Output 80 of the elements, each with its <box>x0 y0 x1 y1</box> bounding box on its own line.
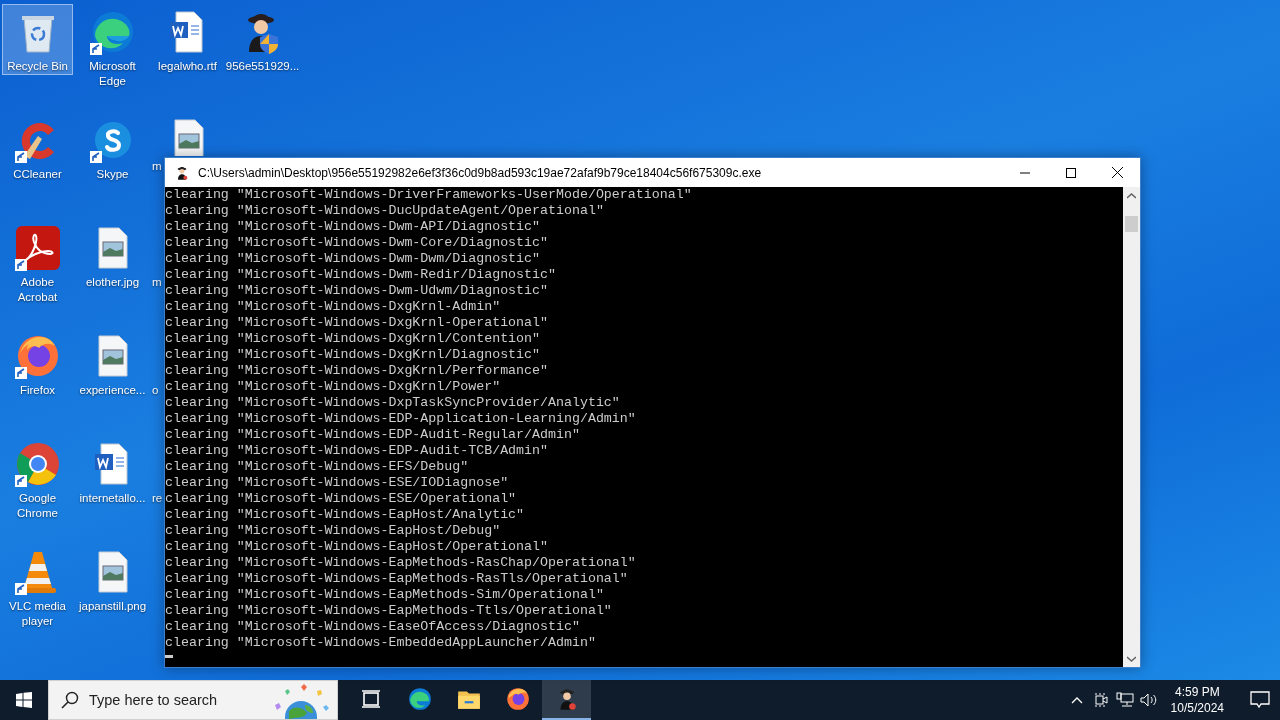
console-line: clearing "Microsoft-Windows-DxgKrnl/Performance" <box>165 363 549 379</box>
desktop-icon[interactable]: elother.jpg <box>77 220 148 291</box>
pdf-app-icon <box>13 224 62 272</box>
icon-label: internetallo... <box>78 491 147 506</box>
task-view-icon <box>359 688 382 710</box>
console-line: clearing "Microsoft-Windows-DxgKrnl/Diagnostic" <box>165 347 542 363</box>
icon-label: Recycle Bin <box>6 59 69 74</box>
icon-label: VLC media player <box>8 599 67 629</box>
icon-label[interactable]: m <box>152 159 163 174</box>
window-title: C:\Users\admin\Desktop\956e55192982e6ef3f36c0d9b8ad593c19ae72afaf9b79ce18404c56f675309c.exe <box>198 165 763 180</box>
console-line: clearing "Microsoft-Windows-EDP-Application-Learning/Admin" <box>165 411 637 427</box>
scrollbar[interactable] <box>1123 187 1140 667</box>
maximize-icon <box>1066 167 1076 178</box>
search-icon <box>61 691 79 709</box>
console-line: clearing "Microsoft-Windows-EapHost/Operational" <box>165 539 549 555</box>
firefox-icon <box>504 686 531 712</box>
windows-logo-icon <box>16 692 32 708</box>
desktop-icon[interactable]: japanstill.png <box>77 544 148 615</box>
icon-label: CCleaner <box>12 167 63 182</box>
desktop-icon[interactable]: internetallo... <box>77 436 148 507</box>
desktop-icon[interactable]: Skype <box>77 112 148 183</box>
console-line: clearing "Microsoft-Windows-Dwm-API/Diagnostic" <box>165 219 542 235</box>
console-line: clearing "Microsoft-Windows-EapMethods-RasTls/Operational" <box>165 571 629 587</box>
console-line: clearing "Microsoft-Windows-EDP-Audit-Regular/Admin" <box>165 427 581 443</box>
clock-time: 4:59 PM <box>1174 684 1220 700</box>
icon-label: Firefox <box>18 383 57 398</box>
console-line: clearing "Microsoft-Windows-DxpTaskSyncProvider/Analytic" <box>165 395 621 411</box>
console-line: clearing "Microsoft-Windows-Dwm-Udwm/Diagnostic" <box>165 283 549 299</box>
console-line: clearing "Microsoft-Windows-ESE/IODiagnose" <box>165 475 510 491</box>
desktop-icon[interactable]: CCleaner <box>2 112 73 183</box>
console-line: clearing "Microsoft-Windows-EDP-Audit-TCB/Admin" <box>165 443 549 459</box>
search-field[interactable]: Type here to search <box>87 691 271 709</box>
desktop-icon[interactable]: Recycle Bin <box>2 4 73 75</box>
icon-label: elother.jpg <box>84 275 141 290</box>
desktop-icon[interactable]: 956e551929... <box>227 4 298 75</box>
console-line: clearing "Microsoft-Windows-DxgKrnl-Operational" <box>165 315 549 331</box>
desktop-icon[interactable]: legalwho.rtf <box>152 4 223 75</box>
console-line: clearing "Microsoft-Windows-Dwm-Dwm/Diagnostic" <box>165 251 542 267</box>
icon-label: Adobe Acrobat <box>16 275 59 305</box>
console-line: clearing "Microsoft-Windows-ESE/Operational" <box>165 491 518 507</box>
console-line: clearing "Microsoft-Windows-DxgKrnl-Admin" <box>165 299 502 315</box>
desktop-icon[interactable]: experience... <box>77 328 148 399</box>
scroll-thumb[interactable] <box>1125 216 1138 232</box>
desktop-icon[interactable]: Google Chrome <box>2 436 73 522</box>
console-line: clearing "Microsoft-Windows-DriverFrameworks-UserMode/Operational" <box>165 187 693 203</box>
icon-label[interactable]: re <box>152 491 164 506</box>
console-line: clearing "Microsoft-Windows-EapMethods-Ttls/Operational" <box>165 603 613 619</box>
clock-date: 10/5/2024 <box>1170 700 1224 716</box>
console-line: clearing "Microsoft-Windows-DxgKrnl/Contention" <box>165 331 542 347</box>
icon-label: Microsoft Edge <box>88 59 137 89</box>
search-box[interactable]: Type here to search <box>48 680 338 720</box>
desktop-icon[interactable]: Firefox <box>2 328 73 399</box>
icon-label: experience... <box>78 383 147 398</box>
clock[interactable]: 4:59 PM 10/5/2024 <box>1160 680 1234 720</box>
icon-label[interactable]: m <box>152 275 163 290</box>
desktop-icon[interactable]: Microsoft Edge <box>77 4 148 90</box>
desktop-icon[interactable]: Adobe Acrobat <box>2 220 73 306</box>
console-line: clearing "Microsoft-Windows-EapHost/Analytic" <box>165 507 526 523</box>
icon-label[interactable]: o <box>152 383 160 398</box>
console-line: clearing "Microsoft-Windows-EmbeddedAppLauncher/Admin" <box>165 635 597 651</box>
console-line: clearing "Microsoft-Windows-DucUpdateAgent/Operational" <box>165 203 605 219</box>
console-line: clearing "Microsoft-Windows-EapMethods-Sim/Operational" <box>165 587 605 603</box>
icon-label: 956e551929... <box>224 59 301 74</box>
console-line: clearing "Microsoft-Windows-EapHost/Debug" <box>165 523 502 539</box>
edge-icon <box>406 686 433 712</box>
console-line: clearing "Microsoft-Windows-EFS/Debug" <box>165 459 470 475</box>
console-line: clearing "Microsoft-Windows-Dwm-Redir/Diagnostic" <box>165 267 557 283</box>
console-line: clearing "Microsoft-Windows-DxgKrnl/Power" <box>165 379 502 395</box>
icon-label: Skype <box>95 167 130 182</box>
icon-label: japanstill.png <box>77 599 148 614</box>
console-line: clearing "Microsoft-Windows-EapMethods-RasChap/Operational" <box>165 555 637 571</box>
desktop-icon[interactable]: VLC media player <box>2 544 73 630</box>
close-icon <box>1111 167 1123 178</box>
scroll-down-icon[interactable] <box>1127 656 1136 662</box>
taskbar-app-button[interactable] <box>542 680 591 720</box>
icon-label: Google Chrome <box>16 491 59 521</box>
console-line: clearing "Microsoft-Windows-EaseOfAccess/Diagnostic" <box>165 619 581 635</box>
console-line: clearing "Microsoft-Windows-Dwm-Core/Diagnostic" <box>165 235 549 251</box>
scroll-up-icon[interactable] <box>1127 193 1136 199</box>
icon-label: legalwho.rtf <box>157 59 218 74</box>
